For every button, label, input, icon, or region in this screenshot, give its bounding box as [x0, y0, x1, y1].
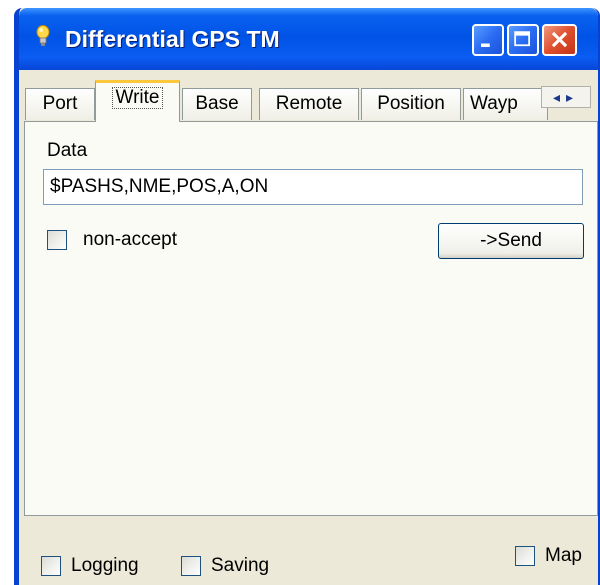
tab-scroll-buttons[interactable]: ◂▸ [541, 86, 591, 108]
send-button[interactable]: ->Send [438, 223, 584, 259]
tab-remote[interactable]: Remote [259, 88, 359, 120]
non-accept-checkbox[interactable] [47, 230, 67, 250]
tab-write[interactable]: Write [95, 80, 180, 122]
write-tab-panel: Data non-accept ->Send [24, 121, 598, 516]
tab-strip: Port Write Base Remote Position Wayp ◂▸ [19, 72, 598, 122]
tab-label: Remote [275, 93, 343, 114]
tab-label: Position [377, 93, 445, 114]
tab-label: Write [111, 87, 164, 109]
status-area: Logging Saving Map [19, 516, 598, 585]
tab-label: Wayp [470, 93, 518, 114]
scroll-right-icon[interactable]: ▸ [566, 89, 579, 105]
close-icon [551, 31, 568, 48]
map-label: Map [545, 545, 582, 566]
logging-checkbox[interactable] [41, 556, 61, 576]
saving-label: Saving [211, 555, 270, 576]
saving-checkbox[interactable] [181, 556, 201, 576]
close-button[interactable] [542, 24, 577, 56]
logging-label: Logging [71, 555, 139, 576]
non-accept-label: non-accept [83, 229, 178, 250]
tab-position[interactable]: Position [361, 88, 461, 120]
minimize-button[interactable] [472, 24, 504, 56]
tab-label: Port [42, 93, 78, 114]
tab-label: Base [195, 93, 239, 114]
map-checkbox[interactable] [515, 546, 535, 566]
data-input[interactable] [43, 169, 583, 205]
app-window: Differential GPS TM Port Write Base Remo… [14, 8, 600, 585]
data-label: Data [47, 140, 88, 161]
scroll-left-icon[interactable]: ◂ [553, 89, 566, 105]
window-title: Differential GPS TM [65, 26, 280, 52]
minimize-icon [481, 43, 490, 47]
lightbulb-icon [36, 25, 50, 46]
title-bar[interactable]: Differential GPS TM [19, 8, 598, 70]
maximize-icon [514, 31, 530, 47]
tab-port[interactable]: Port [25, 88, 95, 120]
maximize-button[interactable] [507, 24, 539, 56]
tab-waypoint[interactable]: Wayp [463, 88, 548, 120]
tab-base[interactable]: Base [182, 88, 252, 120]
